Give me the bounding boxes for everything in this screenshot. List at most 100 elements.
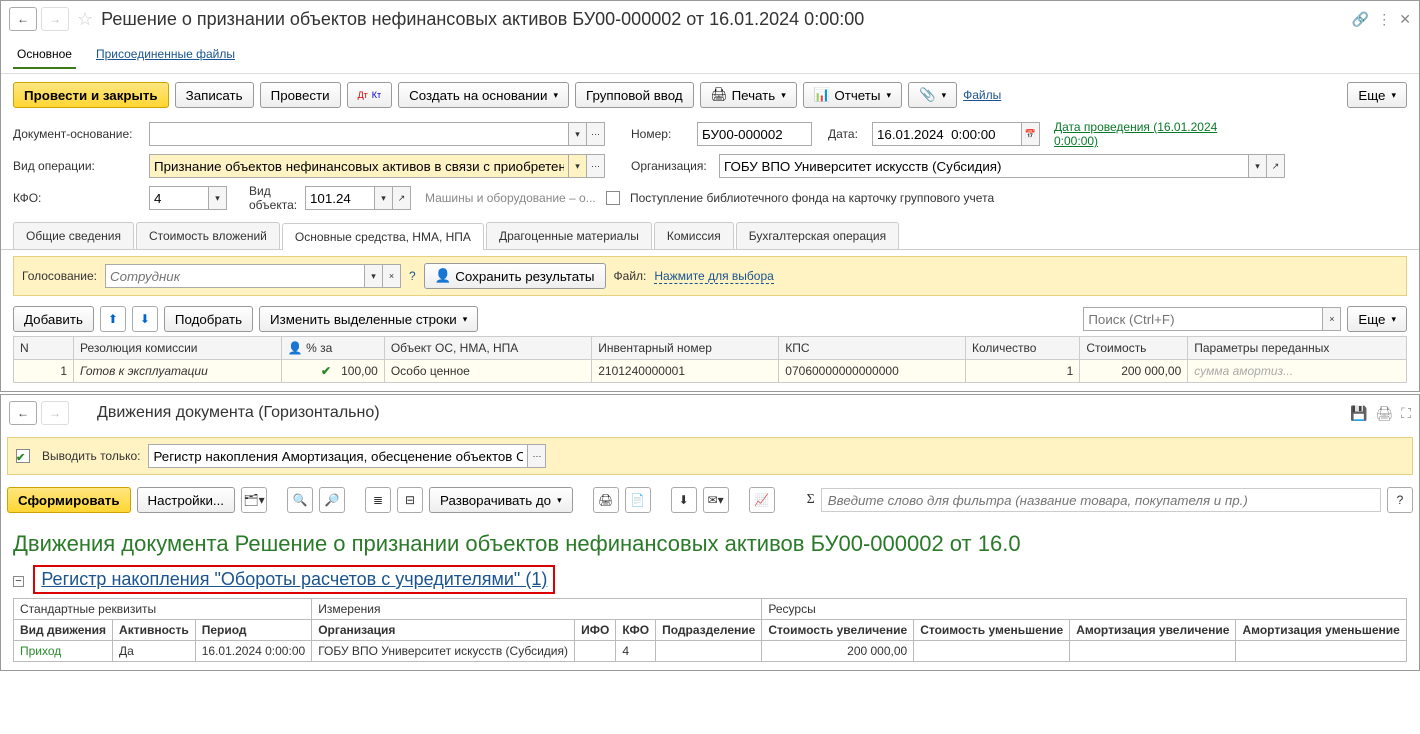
register-filter-ellipsis[interactable]: ⋯	[528, 444, 546, 468]
link-icon[interactable]: 🔗	[1352, 11, 1369, 28]
report-help-icon[interactable]: ?	[1387, 487, 1413, 513]
group-res: Ресурсы	[762, 599, 1407, 620]
files-link[interactable]: Файлы	[963, 88, 1001, 102]
move-up-button[interactable]: ⬆	[100, 306, 126, 332]
col-n[interactable]: N	[14, 337, 74, 360]
col-params[interactable]: Параметры переданных	[1188, 337, 1407, 360]
mail-icon[interactable]: ✉▾	[703, 487, 729, 513]
col-object[interactable]: Объект ОС, НМА, НПА	[384, 337, 591, 360]
close-icon[interactable]: ✕	[1399, 11, 1411, 28]
voting-bar: Голосование: ▾× ? 👤 Сохранить результаты…	[13, 256, 1407, 296]
posting-date-link[interactable]: Дата проведения (16.01.2024 0:00:00)	[1054, 120, 1234, 148]
tab-attached-files[interactable]: Присоединенные файлы	[92, 41, 239, 69]
attach-icon-button[interactable]: 📎▾	[908, 82, 957, 108]
print-icon[interactable]: 🖨	[1375, 405, 1393, 422]
doc-basis-input[interactable]	[149, 122, 569, 146]
register-link[interactable]: Регистр накопления "Обороты расчетов с у…	[33, 565, 555, 594]
add-row-button[interactable]: Добавить	[13, 306, 94, 332]
tab-general[interactable]: Общие сведения	[13, 222, 134, 249]
h-amort-dec: Амортизация уменьшение	[1236, 620, 1407, 641]
chart-icon[interactable]: 📈	[749, 487, 775, 513]
obj-type-input[interactable]	[305, 186, 375, 210]
forward-button[interactable]: →	[41, 7, 69, 31]
obj-type-select[interactable]: ▾	[375, 186, 393, 210]
obj-type-open[interactable]: ↗	[393, 186, 411, 210]
grid-search-input[interactable]	[1083, 307, 1323, 331]
col-resolution[interactable]: Резолюция комиссии	[74, 337, 282, 360]
tab-main[interactable]: Основное	[13, 41, 76, 69]
voting-clear[interactable]: ×	[383, 264, 401, 288]
doc-basis-select[interactable]: ▾	[569, 122, 587, 146]
doc-basis-ellipsis[interactable]: ⋯	[587, 122, 605, 146]
tab-precious-materials[interactable]: Драгоценные материалы	[486, 222, 652, 249]
report-row[interactable]: Приход Да 16.01.2024 0:00:00 ГОБУ ВПО Ун…	[14, 641, 1407, 662]
post-button[interactable]: Провести	[260, 82, 341, 108]
find-next-icon[interactable]: 🔎	[319, 487, 345, 513]
lib-fund-checkbox[interactable]	[606, 191, 620, 205]
page-icon[interactable]: 📄	[625, 487, 651, 513]
create-based-button[interactable]: Создать на основании▾	[398, 82, 569, 108]
voting-select[interactable]: ▾	[365, 264, 383, 288]
file-choose-link[interactable]: Нажмите для выбора	[654, 269, 773, 284]
favorite-icon[interactable]: ☆	[77, 9, 93, 30]
levels-icon[interactable]: ≣	[365, 487, 391, 513]
tab-fixed-assets[interactable]: Основные средства, НМА, НПА	[282, 223, 484, 250]
kfo-select[interactable]: ▾	[209, 186, 227, 210]
dtkt-icon-button[interactable]: ДтКт	[347, 82, 393, 108]
op-type-input[interactable]	[149, 154, 569, 178]
print-button[interactable]: 🖨 Печать▾	[700, 82, 797, 108]
col-percent[interactable]: 👤 % за	[281, 337, 384, 360]
date-picker[interactable]: 📅	[1022, 122, 1040, 146]
grid-search-clear[interactable]: ×	[1323, 307, 1341, 331]
inner-tabs: Общие сведения Стоимость вложений Основн…	[1, 222, 1419, 250]
col-qty[interactable]: Количество	[966, 337, 1080, 360]
voting-employee-input[interactable]	[105, 264, 365, 288]
kfo-input[interactable]	[149, 186, 209, 210]
col-inventory[interactable]: Инвентарный номер	[592, 337, 779, 360]
print2-icon[interactable]: 🖨	[593, 487, 619, 513]
move-down-button[interactable]: ⬇	[132, 306, 158, 332]
date-label: Дата:	[828, 127, 866, 141]
settings-button[interactable]: Настройки...	[137, 487, 235, 513]
table-row[interactable]: 1 Готов к эксплуатации ✔ 100,00 Особо це…	[14, 360, 1407, 383]
forward-button[interactable]: →	[41, 401, 69, 425]
save2-icon[interactable]: ⬇	[671, 487, 697, 513]
col-cost[interactable]: Стоимость	[1080, 337, 1188, 360]
collapse-toggle[interactable]: −	[13, 576, 24, 587]
pick-button[interactable]: Подобрать	[164, 306, 253, 332]
post-and-close-button[interactable]: Провести и закрыть	[13, 82, 169, 108]
expand-icon[interactable]: ⛶	[1401, 405, 1411, 422]
org-input[interactable]	[719, 154, 1249, 178]
collapse-icon[interactable]: ⊟	[397, 487, 423, 513]
find-icon[interactable]: 🔍	[287, 487, 313, 513]
output-only-checkbox[interactable]: ✔	[16, 449, 30, 463]
generate-button[interactable]: Сформировать	[7, 487, 131, 513]
number-input[interactable]	[697, 122, 812, 146]
register-filter-input[interactable]	[148, 444, 528, 468]
back-button[interactable]: ←	[9, 7, 37, 31]
assets-grid[interactable]: N Резолюция комиссии 👤 % за Объект ОС, Н…	[13, 336, 1407, 383]
org-open[interactable]: ↗	[1267, 154, 1285, 178]
back-button[interactable]: ←	[9, 401, 37, 425]
op-type-ellipsis[interactable]: ⋯	[587, 154, 605, 178]
group-input-button[interactable]: Групповой ввод	[575, 82, 694, 108]
more-button[interactable]: Еще▾	[1347, 82, 1407, 108]
report-filter-input[interactable]	[821, 488, 1381, 512]
help-icon[interactable]: ?	[409, 269, 416, 283]
edit-selected-rows-button[interactable]: Изменить выделенные строки▾	[259, 306, 478, 332]
save-results-button[interactable]: 👤 Сохранить результаты	[424, 263, 606, 289]
write-button[interactable]: Записать	[175, 82, 254, 108]
tab-investment-cost[interactable]: Стоимость вложений	[136, 222, 280, 249]
op-type-select[interactable]: ▾	[569, 154, 587, 178]
expand-to-button[interactable]: Разворачивать до▾	[429, 487, 573, 513]
grid-more-button[interactable]: Еще▾	[1347, 306, 1407, 332]
col-kps[interactable]: КПС	[779, 337, 966, 360]
date-input[interactable]	[872, 122, 1022, 146]
variant-icon[interactable]: 🗂▾	[241, 487, 267, 513]
menu-icon[interactable]: ⋮	[1377, 11, 1391, 28]
org-select[interactable]: ▾	[1249, 154, 1267, 178]
save-icon[interactable]: 💾	[1350, 405, 1367, 422]
reports-button[interactable]: 📊 Отчеты▾	[803, 82, 902, 108]
tab-accounting-op[interactable]: Бухгалтерская операция	[736, 222, 899, 249]
tab-commission[interactable]: Комиссия	[654, 222, 734, 249]
